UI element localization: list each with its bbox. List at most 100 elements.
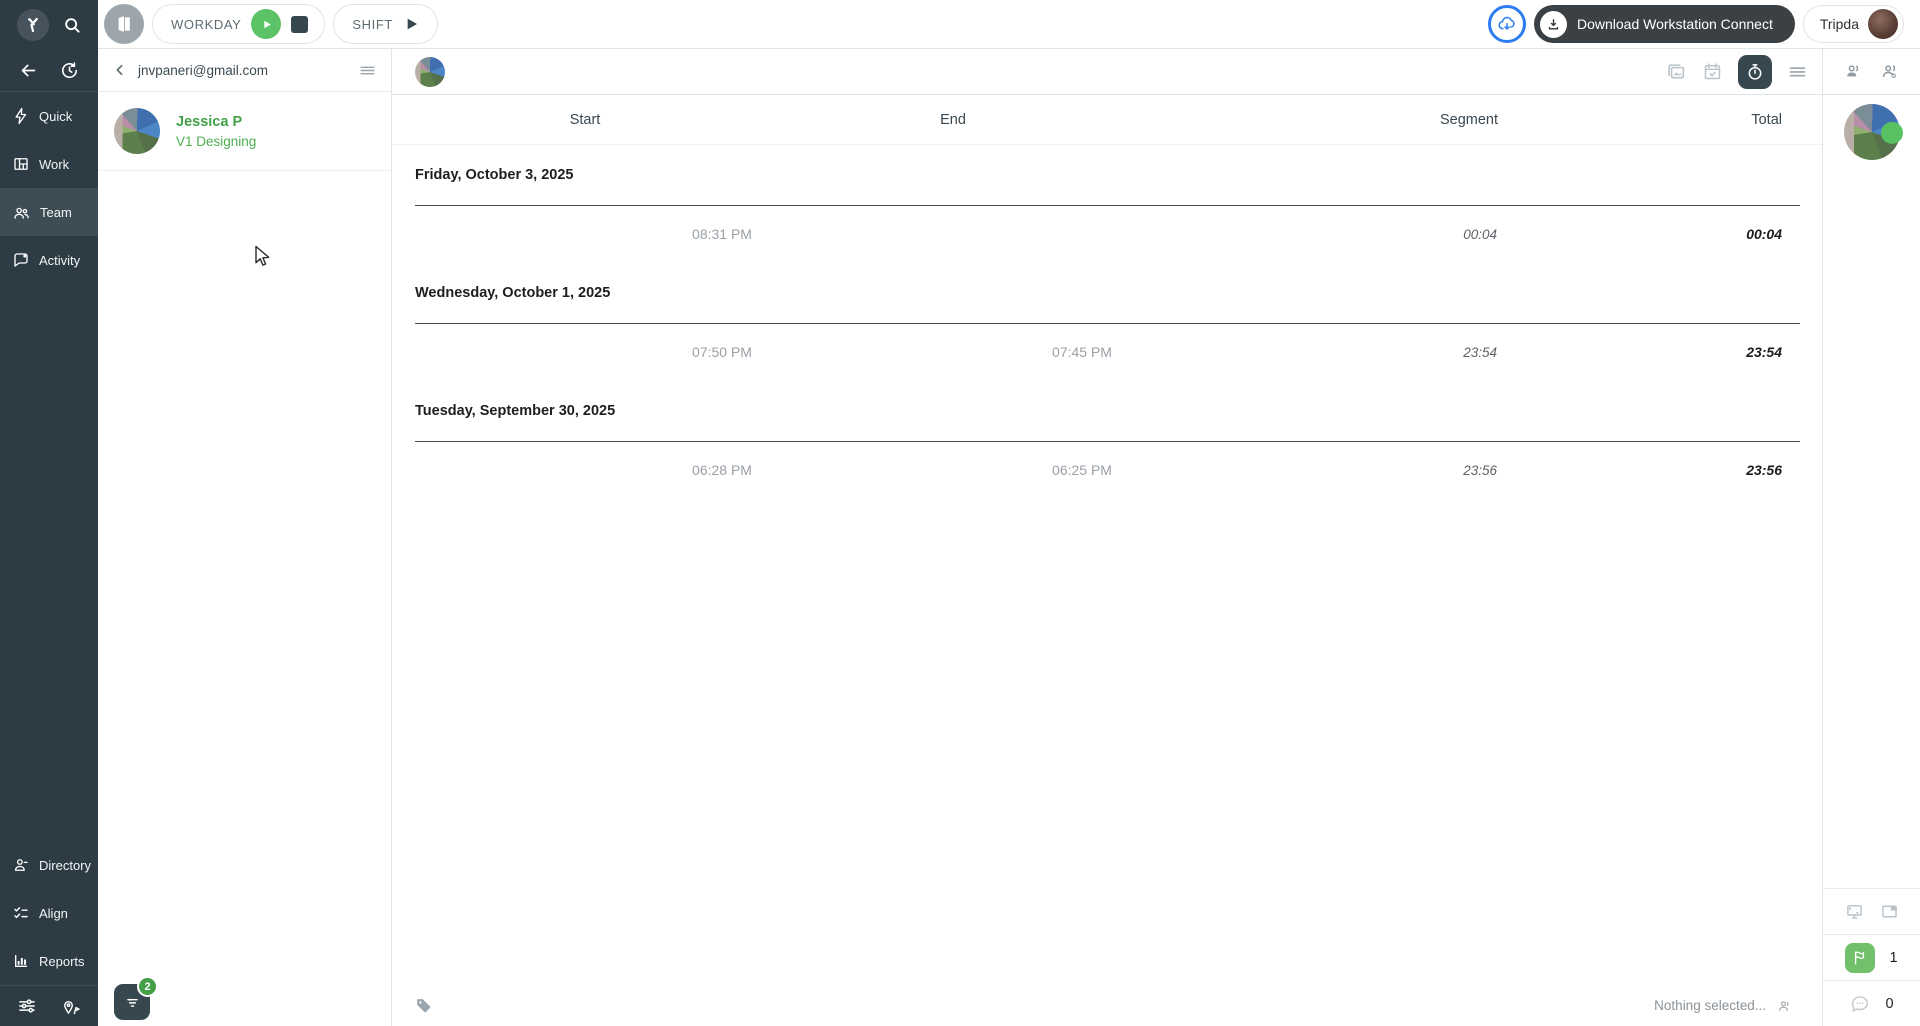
account-name: Tripda (1819, 16, 1859, 32)
location-flag-icon[interactable] (61, 996, 81, 1016)
sidebar-item-quick[interactable]: Quick (0, 92, 98, 140)
cell-segment: 23:54 (1463, 345, 1497, 360)
timesheet-main: Start End Segment Total Friday, October … (392, 49, 1822, 1026)
workday-label: WORKDAY (171, 16, 242, 32)
main-header-icons (1665, 54, 1808, 89)
selected-user-avatar (415, 56, 445, 87)
sidebar-item-directory[interactable]: Directory (0, 841, 98, 889)
history-icon[interactable] (60, 61, 79, 80)
lightning-icon (12, 107, 30, 125)
sidebar-item-label: Activity (39, 252, 81, 268)
screenshots-icon[interactable] (1665, 61, 1687, 83)
column-header-end: End (940, 112, 966, 128)
section-date: Wednesday, October 1, 2025 (415, 285, 611, 301)
flag-icon[interactable] (1844, 942, 1875, 973)
cell-segment: 23:56 (1463, 463, 1497, 478)
calendar-icon[interactable] (1702, 61, 1723, 82)
chat-count: 0 (1885, 995, 1894, 1012)
main-header (392, 49, 1822, 95)
checklist-icon (12, 904, 30, 922)
sidebar-item-activity[interactable]: Activity (0, 236, 98, 284)
screen-tools-row (1823, 888, 1920, 934)
cell-start: 08:31 PM (692, 226, 752, 242)
sidebar-item-reports[interactable]: Reports (0, 937, 98, 985)
section-date: Tuesday, September 30, 2025 (415, 403, 616, 419)
sidebar-footer (0, 985, 98, 1026)
person-icon (12, 856, 30, 874)
chevron-left-icon[interactable] (112, 62, 128, 78)
stopwatch-icon[interactable] (1738, 54, 1772, 89)
user-name: Jessica P (176, 113, 243, 130)
search-icon[interactable] (62, 15, 82, 35)
timesheet-row[interactable]: 06:28 PM 06:25 PM 23:56 23:56 (392, 442, 1822, 499)
sidebar-item-team[interactable]: Team (0, 188, 98, 236)
column-header-segment: Segment (1439, 112, 1498, 128)
shift-control: SHIFT (333, 4, 438, 44)
user-list-item[interactable]: Jessica P V1 Designing (98, 92, 391, 171)
timesheet-row[interactable]: 07:50 PM 07:45 PM 23:54 23:54 (392, 324, 1822, 381)
back-arrow-icon[interactable] (19, 61, 38, 80)
shift-play-button[interactable] (403, 16, 419, 32)
sidebar-item-label: Work (39, 156, 70, 172)
sidebar-item-label: Team (40, 204, 72, 220)
cell-total: 00:04 (1746, 226, 1782, 242)
sidebar-item-work[interactable]: Work (0, 140, 98, 188)
group-icon (1776, 997, 1794, 1015)
sidebar-item-label: Reports (39, 953, 85, 969)
chat-dots-icon[interactable] (1849, 993, 1871, 1015)
user-panel-header: jnvpaneri@gmail.com (98, 49, 391, 92)
topbar-logo-area (0, 0, 98, 49)
filter-button[interactable]: 2 (114, 976, 158, 1020)
chat-bubble-icon (12, 251, 30, 269)
panel-menu-icon[interactable] (358, 61, 377, 80)
sidebar-item-align[interactable]: Align (0, 889, 98, 937)
timesheet-section: Friday, October 3, 2025 08:31 PM 00:04 0… (392, 145, 1822, 263)
sidebar-item-label: Directory (39, 857, 92, 873)
bar-chart-icon (12, 952, 30, 970)
account-avatar (1868, 9, 1898, 39)
section-date-row: Tuesday, September 30, 2025 (392, 381, 1822, 441)
section-date-row: Friday, October 3, 2025 (392, 145, 1822, 205)
cell-start: 06:28 PM (692, 462, 752, 478)
flags-row: 1 (1823, 934, 1920, 980)
timesheet-row[interactable]: 08:31 PM 00:04 00:04 (392, 206, 1822, 263)
section-date: Friday, October 3, 2025 (415, 167, 574, 183)
monitor-icon[interactable] (1844, 901, 1865, 922)
timesheet-section: Tuesday, September 30, 2025 06:28 PM 06:… (392, 381, 1822, 499)
download-button-label: Download Workstation Connect (1576, 16, 1773, 32)
workday-stop-button[interactable] (291, 15, 309, 33)
team-icon (12, 203, 31, 222)
cell-start: 07:50 PM (692, 344, 752, 360)
top-bar: WORKDAY SHIFT Download Workstation Conne… (0, 0, 1920, 49)
panel-email: jnvpaneri@gmail.com (138, 62, 269, 78)
selection-status: Nothing selected... (1654, 997, 1794, 1015)
cloud-sync-button[interactable] (1487, 5, 1526, 43)
window-icon[interactable] (1879, 901, 1900, 922)
sidebar-item-label: Quick (39, 108, 73, 124)
tag-icon[interactable] (414, 996, 433, 1015)
shift-label: SHIFT (352, 16, 393, 32)
door-icon[interactable] (104, 4, 144, 44)
filter-badge: 2 (137, 976, 158, 997)
download-workstation-button[interactable]: Download Workstation Connect (1533, 5, 1795, 43)
column-header-start: Start (569, 112, 601, 128)
account-button[interactable]: Tripda (1802, 5, 1904, 43)
right-panel-header (1823, 49, 1920, 95)
timesheet-column-headers: Start End Segment Total (392, 95, 1822, 145)
person-check-icon[interactable] (1879, 61, 1900, 82)
online-user[interactable] (1843, 104, 1903, 160)
app-logo-icon[interactable] (16, 8, 49, 41)
cell-total: 23:54 (1746, 344, 1782, 360)
main-status-bar: Nothing selected... (392, 985, 1822, 1026)
view-menu-icon[interactable] (1787, 61, 1808, 82)
workday-play-button[interactable] (251, 9, 282, 39)
topbar-main: WORKDAY SHIFT Download Workstation Conne… (98, 0, 1920, 49)
user-current-task: V1 Designing (176, 133, 257, 149)
workday-control: WORKDAY (152, 4, 326, 44)
timesheet-sections: Friday, October 3, 2025 08:31 PM 00:04 0… (392, 145, 1822, 985)
person-voice-icon[interactable] (1843, 61, 1864, 82)
download-icon (1539, 10, 1567, 38)
sliders-icon[interactable] (17, 996, 37, 1016)
column-header-total: Total (1751, 112, 1782, 128)
